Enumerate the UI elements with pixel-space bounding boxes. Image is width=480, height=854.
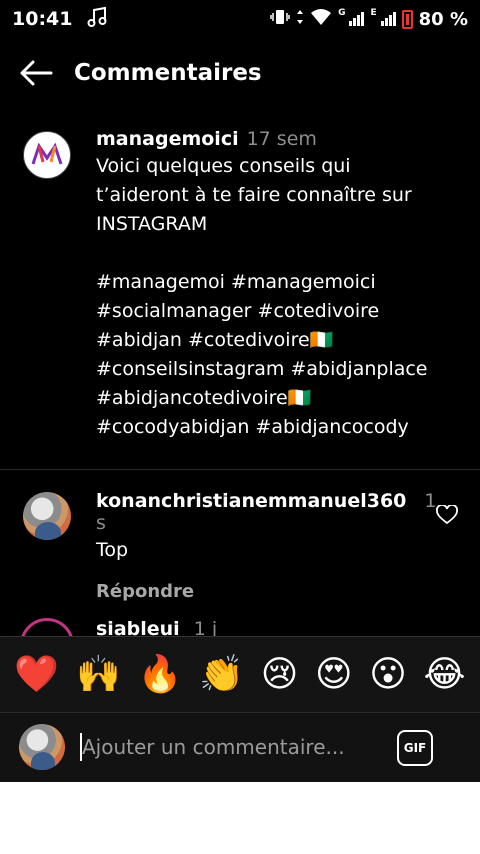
own-avatar (19, 724, 65, 770)
caption-username[interactable]: managemoici (96, 128, 239, 150)
emoji-heart[interactable]: ❤️ (14, 656, 59, 693)
network-type-e: E (370, 7, 377, 18)
caption-line: INSTAGRAM (96, 213, 208, 235)
emoji-crying[interactable]: 😢 (261, 656, 299, 693)
emoji-surprised[interactable]: 😮 (369, 656, 407, 693)
avatar-commenter[interactable] (23, 492, 71, 540)
status-icons: G E 80 % (270, 8, 468, 31)
reply-button[interactable]: Répondre (96, 581, 436, 602)
network-type-g: G (338, 7, 346, 18)
header: Commentaires (0, 48, 480, 98)
comment-input-bar: Ajouter un commentaire... GIF (0, 712, 480, 782)
page-title: Commentaires (74, 60, 262, 86)
brand-logo-icon (31, 142, 63, 165)
back-arrow-icon[interactable] (18, 55, 54, 91)
caption-text: Voici quelques conseils qui t’aideront à… (96, 152, 466, 239)
hashtag-line[interactable]: #socialmanager #cotedivoire (96, 297, 466, 326)
emoji-fire[interactable]: 🔥 (138, 656, 183, 693)
emoji-heart-eyes[interactable]: 😍 (315, 656, 353, 693)
caption-line: t’aideront à te faire connaître sur (96, 184, 412, 206)
music-note-icon (86, 6, 108, 33)
avatar-managemoici[interactable] (23, 131, 71, 179)
hashtag-line[interactable]: #abidjancotedivoire🇨🇮 (96, 384, 466, 413)
emoji-clapping[interactable]: 👏 (199, 656, 244, 693)
wifi-icon (310, 8, 332, 31)
data-arrows-icon (296, 9, 304, 30)
like-heart-icon[interactable] (436, 504, 458, 525)
status-time: 10:41 (12, 8, 73, 30)
hashtag-line[interactable]: #conseilsinstagram #abidjanplace (96, 355, 466, 384)
hashtag-line[interactable]: #cocodyabidjan #abidjancocody (96, 413, 466, 442)
vibrate-icon (270, 9, 290, 30)
battery-icon (401, 9, 413, 29)
status-bar: 10:41 G E 80 % (0, 0, 480, 38)
caption-comment: managemoici 17 sem Voici quelques conseil… (96, 128, 466, 442)
signal-strength-2-icon (380, 12, 396, 26)
emoji-laughing[interactable]: 😂 (424, 656, 466, 693)
gif-button[interactable]: GIF (397, 730, 433, 766)
signal-strength-icon (349, 12, 365, 26)
hashtag-line[interactable]: #abidjan #cotedivoire🇨🇮 (96, 326, 466, 355)
battery-percent: 80 % (418, 8, 468, 30)
hashtag-line[interactable]: #managemoi #managemoici (96, 268, 466, 297)
emoji-bar: ❤️ 🙌 🔥 👏 😢 😍 😮 😂 (0, 636, 480, 712)
caption-hashtags: #managemoi #managemoici #socialmanager #… (96, 268, 466, 442)
emoji-raising-hands[interactable]: 🙌 (76, 656, 121, 693)
screen: 10:41 G E 80 % Commentaires managemoici … (0, 0, 480, 782)
caption-time: 17 sem (246, 128, 317, 150)
comment-username[interactable]: konanchristianemmanuel360 (96, 490, 406, 512)
caption-line: Voici quelques conseils qui (96, 155, 351, 177)
divider (0, 469, 480, 470)
comment-input[interactable]: Ajouter un commentaire... (82, 735, 345, 759)
comment-item: konanchristianemmanuel360 1 s Top Répondr… (96, 490, 437, 602)
comment-text: Top (96, 539, 129, 561)
